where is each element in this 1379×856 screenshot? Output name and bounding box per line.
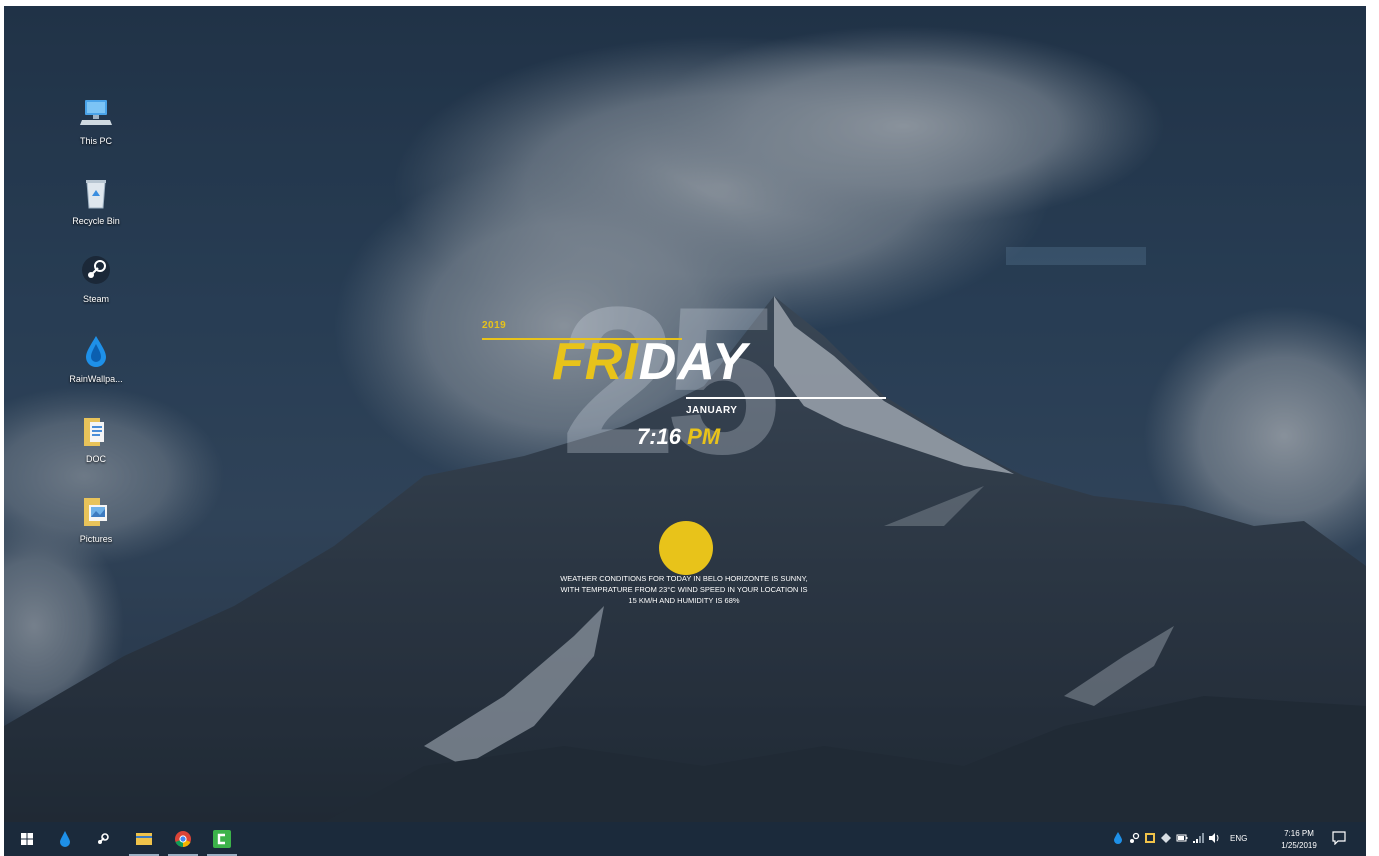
start-button[interactable]: [8, 822, 46, 856]
sun-icon: [659, 521, 713, 575]
dropbox-tray-icon[interactable]: [1160, 832, 1172, 844]
battery-icon[interactable]: [1176, 832, 1188, 844]
desktop[interactable]: This PC Recycle Bin Steam RainWallpa...: [4, 6, 1366, 856]
widget-month: JANUARY: [686, 405, 738, 416]
taskbar-chrome[interactable]: [164, 822, 202, 856]
steam-icon: [82, 256, 110, 284]
rainwallpaper-tray-icon[interactable]: [1112, 832, 1124, 844]
desktop-icon-label: Recycle Bin: [72, 216, 120, 226]
language-indicator[interactable]: ENG: [1230, 834, 1247, 843]
rainwallpaper-icon: [86, 336, 106, 367]
desktop-icon-label: This PC: [79, 136, 112, 146]
windows-start-icon: [21, 833, 33, 845]
widget-month-divider: [686, 397, 886, 399]
taskbar-camtasia[interactable]: [203, 822, 241, 856]
desktop-icon-label: DOC: [86, 454, 106, 464]
desktop-icon-label: Pictures: [79, 534, 113, 544]
chrome-icon: [175, 831, 191, 848]
rainwallpaper-icon: [60, 831, 70, 847]
ghost-tooltip: [1006, 247, 1146, 265]
widget-time-value: 7:16: [637, 424, 682, 449]
taskbar-clock[interactable]: 7:16 PM 1/25/2019: [1272, 828, 1326, 852]
steam-icon: [98, 833, 109, 844]
computer-icon: [80, 100, 112, 125]
widget-year: 2019: [482, 320, 507, 331]
file-explorer-icon: [136, 833, 152, 845]
folder-icon: [84, 418, 104, 446]
pictures-folder-icon: [84, 498, 107, 526]
recycle-bin-icon: [86, 180, 106, 209]
taskbar-clock-time: 7:16 PM: [1284, 829, 1314, 838]
desktop-icon-rainwallpaper[interactable]: RainWallpa...: [56, 332, 136, 384]
desktop-icon-doc[interactable]: DOC: [56, 412, 136, 464]
taskbar: ENG 7:16 PM 1/25/2019: [4, 822, 1366, 856]
desktop-icon-recycle-bin[interactable]: Recycle Bin: [56, 174, 136, 226]
taskbar-file-explorer[interactable]: [125, 822, 163, 856]
taskbar-clock-date: 1/25/2019: [1281, 841, 1317, 850]
desktop-icon-steam[interactable]: Steam: [56, 252, 136, 304]
steam-tray-icon[interactable]: [1128, 832, 1140, 844]
app-tray-icon[interactable]: [1144, 832, 1156, 844]
widget-day: FRIDAY: [552, 336, 748, 388]
volume-icon[interactable]: [1208, 832, 1220, 844]
action-center-icon[interactable]: [1332, 831, 1346, 845]
network-icon[interactable]: [1192, 832, 1204, 844]
taskbar-steam[interactable]: [84, 822, 122, 856]
taskbar-rainwallpaper[interactable]: [46, 822, 84, 856]
desktop-icon-label: Steam: [82, 294, 109, 304]
desktop-icon-pictures[interactable]: Pictures: [56, 492, 136, 544]
camtasia-icon: [213, 830, 231, 848]
desktop-icon-this-pc[interactable]: This PC: [56, 94, 136, 146]
desktop-icon-label: RainWallpa...: [69, 374, 123, 384]
widget-day-highlight: FRI: [552, 333, 639, 391]
widget-time: 7:16 PM: [637, 424, 720, 450]
widget-day-rest: DAY: [638, 333, 748, 391]
widget-time-ampm: PM: [687, 424, 721, 449]
widget-weather-text: WEATHER CONDITIONS FOR TODAY IN BELO HOR…: [560, 574, 808, 605]
